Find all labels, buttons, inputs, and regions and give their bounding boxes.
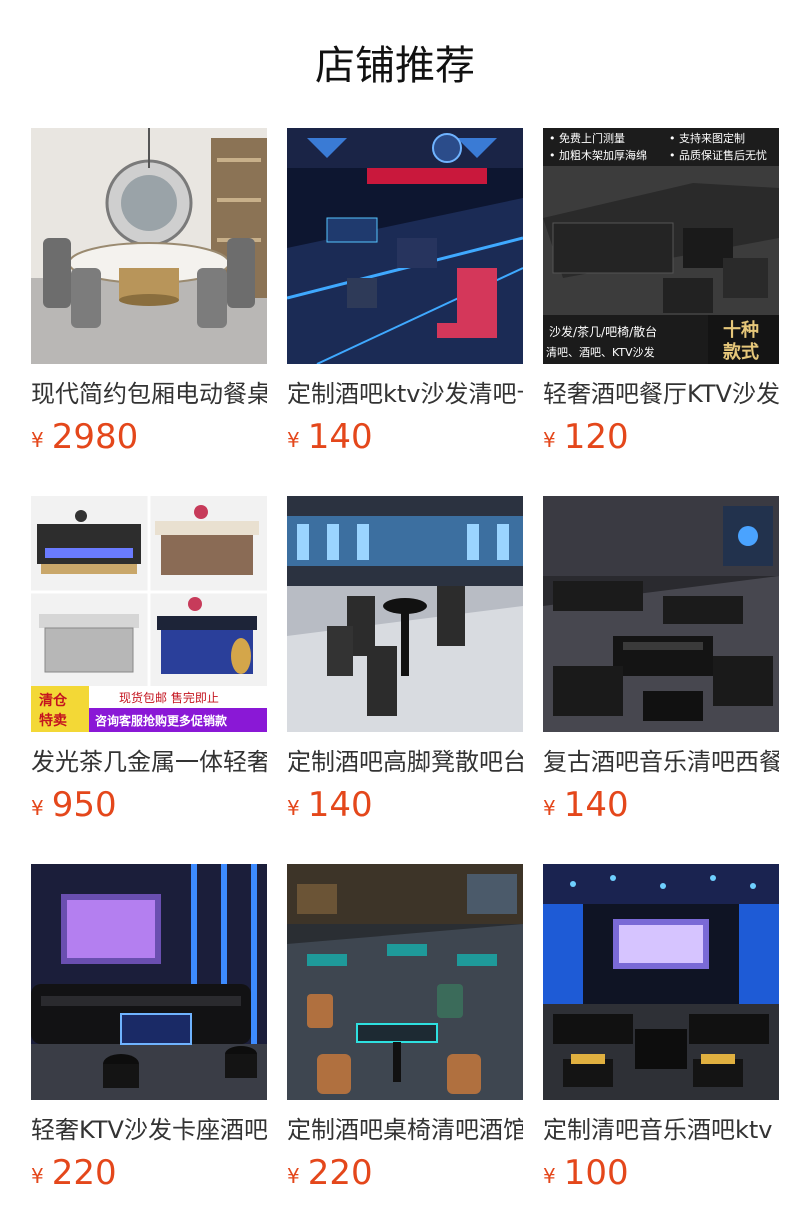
currency-symbol: ¥ (543, 796, 556, 820)
product-image-bar-sofa[interactable]: • 免费上门测量 • 支持来图定制 • 加粗木架加厚海绵 • 品质保证售后无忧 … (543, 128, 779, 364)
banner-text: 现货包邮 售完即止 (119, 690, 219, 705)
currency-symbol: ¥ (287, 428, 300, 452)
feature-text: • 加粗木架加厚海绵 (549, 148, 647, 162)
currency-symbol: ¥ (543, 428, 556, 452)
price-value: 220 (307, 1153, 373, 1193)
product-name[interactable]: 定制清吧音乐酒吧ktv (543, 1114, 779, 1146)
product-price: ¥120 (543, 415, 629, 459)
page-title: 店铺推荐 (315, 43, 475, 89)
banner-text: 沙发/茶几/吧椅/散台 (549, 324, 657, 339)
price-value: 140 (307, 785, 373, 825)
currency-symbol: ¥ (287, 1164, 300, 1188)
product-name[interactable]: 定制酒吧ktv沙发清吧卡座 (287, 378, 523, 410)
product-card[interactable]: 定制酒吧ktv沙发清吧卡座 ¥140 (287, 128, 523, 468)
product-price: ¥220 (31, 1151, 117, 1195)
product-image-dining-table[interactable] (31, 128, 267, 364)
product-image-glowing-tea-table[interactable]: 清仓 特卖 现货包邮 售完即止 咨询客服抢购更多促销款 (31, 496, 267, 732)
product-image-bar-stools[interactable] (287, 496, 523, 732)
product-image-bar-tables-chairs[interactable] (287, 864, 523, 1100)
banner-text: 咨询客服抢购更多促销款 (95, 713, 228, 728)
product-price: ¥100 (543, 1151, 629, 1195)
product-price: ¥950 (31, 783, 117, 827)
price-value: 140 (563, 785, 629, 825)
product-card[interactable]: 清仓 特卖 现货包邮 售完即止 咨询客服抢购更多促销款 发光茶几金属一体轻奢 ¥… (31, 496, 267, 836)
feature-text: • 品质保证售后无忧 (669, 148, 767, 162)
price-value: 950 (51, 785, 117, 825)
currency-symbol: ¥ (31, 796, 44, 820)
badge-text: 款式 (723, 341, 759, 363)
product-name[interactable]: 发光茶几金属一体轻奢 (31, 746, 267, 778)
product-image-ktv-sofa[interactable] (287, 128, 523, 364)
currency-symbol: ¥ (287, 796, 300, 820)
product-name[interactable]: 定制酒吧高脚凳散吧台 (287, 746, 523, 778)
product-card[interactable]: • 免费上门测量 • 支持来图定制 • 加粗木架加厚海绵 • 品质保证售后无忧 … (543, 128, 779, 468)
product-name[interactable]: 轻奢KTV沙发卡座酒吧 (31, 1114, 267, 1146)
product-card[interactable]: 定制清吧音乐酒吧ktv ¥100 (543, 864, 779, 1204)
product-name[interactable]: 定制酒吧桌椅清吧酒馆 (287, 1114, 523, 1146)
product-card[interactable]: 定制酒吧高脚凳散吧台 ¥140 (287, 496, 523, 836)
currency-symbol: ¥ (31, 428, 44, 452)
currency-symbol: ¥ (31, 1164, 44, 1188)
price-value: 220 (51, 1153, 117, 1193)
badge-text: 清仓 (39, 692, 68, 709)
price-value: 2980 (51, 417, 139, 457)
currency-symbol: ¥ (543, 1164, 556, 1188)
feature-text: • 免费上门测量 (549, 131, 625, 145)
product-name[interactable]: 轻奢酒吧餐厅KTV沙发 (543, 378, 779, 410)
feature-text: • 支持来图定制 (669, 131, 745, 145)
product-card[interactable]: 复古酒吧音乐清吧西餐 ¥140 (543, 496, 779, 836)
product-image-ktv-booth[interactable] (31, 864, 267, 1100)
product-name[interactable]: 现代简约包厢电动餐桌 (31, 378, 267, 410)
product-price: ¥2980 (31, 415, 138, 459)
product-image-music-bar[interactable] (543, 864, 779, 1100)
product-name[interactable]: 复古酒吧音乐清吧西餐 (543, 746, 779, 778)
product-price: ¥140 (287, 415, 373, 459)
product-price: ¥140 (287, 783, 373, 827)
banner-text: 清吧、酒吧、KTV沙发 (546, 345, 655, 359)
store-recommendation-page: 店铺推荐 现代简约包厢电动餐桌 ¥ 2980 定制酒吧ktv沙发清吧 ¥ 140… (0, 0, 790, 1232)
product-image-retro-bar[interactable] (543, 496, 779, 732)
price-value: 120 (563, 417, 629, 457)
price-value: 140 (307, 417, 373, 457)
product-card[interactable]: 轻奢KTV沙发卡座酒吧 ¥220 (31, 864, 267, 1204)
product-card[interactable]: 定制酒吧桌椅清吧酒馆 ¥220 (287, 864, 523, 1204)
product-card[interactable]: 现代简约包厢电动餐桌 ¥2980 (31, 128, 267, 468)
badge-text: 特卖 (39, 712, 67, 729)
badge-text: 十种 (723, 319, 759, 341)
product-price: ¥220 (287, 1151, 373, 1195)
product-price: ¥140 (543, 783, 629, 827)
price-value: 100 (563, 1153, 629, 1193)
